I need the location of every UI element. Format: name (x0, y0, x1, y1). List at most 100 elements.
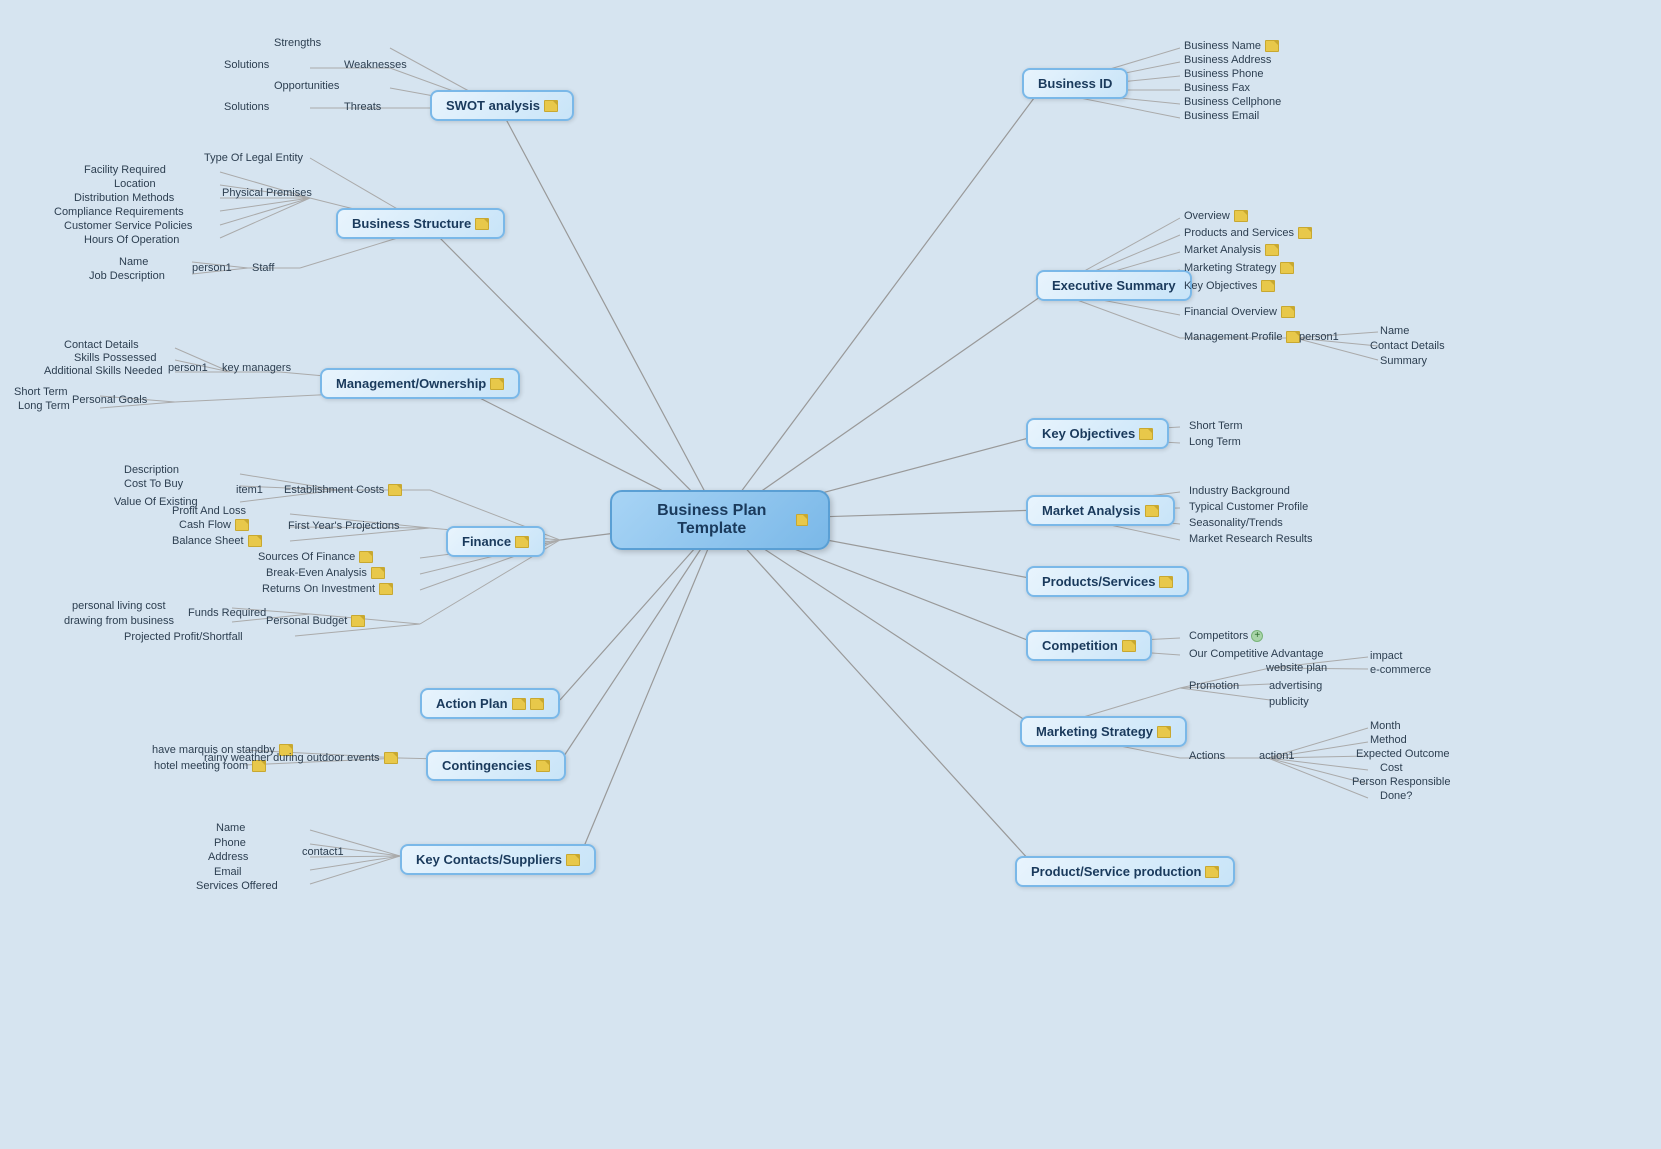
es-products: Products and Services (1180, 225, 1316, 241)
ms-publicity: publicity (1265, 694, 1313, 710)
swot-threats: Threats (340, 99, 385, 115)
es-summary: Summary (1376, 353, 1431, 369)
mgmt-person1: person1 (164, 360, 212, 376)
mgmt-add-skills: Additional Skills Needed (40, 363, 167, 379)
cont-rainy: rainy weather during outdoor events (200, 750, 402, 766)
fin-projected: Projected Profit/Shortfall (120, 629, 247, 645)
fin-first-year: First Year's Projections (284, 518, 404, 534)
bs-person1: person1 (188, 260, 236, 276)
swot-label: SWOT analysis (446, 98, 540, 113)
ms-ecommerce: e-commerce (1366, 662, 1435, 678)
fin-breakeven-icon (371, 567, 385, 579)
business-structure-label: Business Structure (352, 216, 471, 231)
action-plan-icon1 (512, 698, 526, 710)
es-financial-icon (1281, 306, 1295, 318)
ma-seasonality: Seasonality/Trends (1185, 515, 1287, 531)
ma-industry: Industry Background (1185, 483, 1294, 499)
es-marketing-strategy: Marketing Strategy (1180, 260, 1298, 276)
bs-physical-premises: Physical Premises (218, 185, 316, 201)
finance-label: Finance (462, 534, 511, 549)
es-person1: person1 (1295, 329, 1343, 345)
contingencies-node[interactable]: Contingencies (426, 750, 566, 781)
business-structure-node[interactable]: Business Structure (336, 208, 505, 239)
fin-breakeven: Break-Even Analysis (262, 565, 389, 581)
fin-drawing: drawing from business (60, 613, 178, 629)
market-analysis-node[interactable]: Market Analysis (1026, 495, 1175, 526)
cont-rainy-icon (384, 752, 398, 764)
product-service-production-label: Product/Service production (1031, 864, 1201, 879)
key-objectives-label: Key Objectives (1042, 426, 1135, 441)
action-plan-label: Action Plan (436, 696, 508, 711)
bs-type-legal: Type Of Legal Entity (200, 150, 307, 166)
business-id-node[interactable]: Business ID (1022, 68, 1128, 99)
ma-research: Market Research Results (1185, 531, 1317, 547)
comp-plus-icon: + (1251, 630, 1263, 642)
es-mstrategy-icon (1280, 262, 1294, 274)
bid-email: Business Email (1180, 108, 1263, 124)
management-node[interactable]: Management/Ownership (320, 368, 520, 399)
fin-funds-required: Funds Required (184, 605, 270, 621)
fin-returns-icon (379, 583, 393, 595)
market-analysis-label: Market Analysis (1042, 503, 1141, 518)
fin-est-icon (388, 484, 402, 496)
fin-establishment: Establishment Costs (280, 482, 406, 498)
marketing-strategy-node[interactable]: Marketing Strategy (1020, 716, 1187, 747)
contingencies-icon (536, 760, 550, 772)
swot-icon (544, 100, 558, 112)
fin-balance-icon (248, 535, 262, 547)
swot-opportunities: Opportunities (270, 78, 343, 94)
key-contacts-node[interactable]: Key Contacts/Suppliers (400, 844, 596, 875)
products-services-node[interactable]: Products/Services (1026, 566, 1189, 597)
bs-hours: Hours Of Operation (80, 232, 183, 248)
ms-action1: action1 (1255, 748, 1298, 764)
fin-cashflow-icon (235, 519, 249, 531)
es-key-objectives: Key Objectives (1180, 278, 1279, 294)
business-id-label: Business ID (1038, 76, 1112, 91)
ms-actions: Actions (1185, 748, 1229, 764)
product-service-production-icon (1205, 866, 1219, 878)
kc-services: Services Offered (192, 878, 282, 894)
management-icon (490, 378, 504, 390)
management-label: Management/Ownership (336, 376, 486, 391)
executive-summary-node[interactable]: Executive Summary (1036, 270, 1192, 301)
key-objectives-node[interactable]: Key Objectives (1026, 418, 1169, 449)
ms-website-plan: website plan (1262, 660, 1331, 676)
competition-icon (1122, 640, 1136, 652)
es-market-analysis: Market Analysis (1180, 242, 1283, 258)
products-services-icon (1159, 576, 1173, 588)
es-financial: Financial Overview (1180, 304, 1299, 320)
es-overview-icon (1234, 210, 1248, 222)
mgmt-key-managers: key managers (218, 360, 295, 376)
fin-returns: Returns On Investment (258, 581, 397, 597)
kc-address: Address (204, 849, 252, 865)
es-objectives-icon (1261, 280, 1275, 292)
fin-personal-living: personal living cost (68, 598, 170, 614)
swot-solutions-1: Solutions (220, 57, 273, 73)
es-mgmt-profile: Management Profile (1180, 329, 1304, 345)
connections-svg (0, 0, 1661, 1149)
center-note-icon (796, 514, 808, 526)
fin-cash-flow: Cash Flow (175, 517, 253, 533)
mgmt-personal-goals: Personal Goals (68, 392, 151, 408)
center-node[interactable]: Business Plan Template (610, 490, 830, 550)
mindmap-container: Business Plan Template SWOT analysis Str… (0, 0, 1661, 1149)
es-products-icon (1298, 227, 1312, 239)
market-analysis-icon (1145, 505, 1159, 517)
bid-name-icon (1265, 40, 1279, 52)
fin-pb-icon (351, 615, 365, 627)
fin-item1: item1 (232, 482, 267, 498)
action-plan-node[interactable]: Action Plan (420, 688, 560, 719)
swot-node[interactable]: SWOT analysis (430, 90, 574, 121)
swot-solutions-2: Solutions (220, 99, 273, 115)
ma-typical-customer: Typical Customer Profile (1185, 499, 1312, 515)
competition-node[interactable]: Competition (1026, 630, 1152, 661)
center-label: Business Plan Template (632, 502, 792, 538)
finance-node[interactable]: Finance (446, 526, 545, 557)
product-service-production-node[interactable]: Product/Service production (1015, 856, 1235, 887)
products-services-label: Products/Services (1042, 574, 1155, 589)
comp-competitors: Competitors+ (1185, 628, 1267, 644)
fin-sources: Sources Of Finance (254, 549, 377, 565)
finance-icon (515, 536, 529, 548)
fin-personal-budget: Personal Budget (262, 613, 369, 629)
kc-name: Name (212, 820, 249, 836)
